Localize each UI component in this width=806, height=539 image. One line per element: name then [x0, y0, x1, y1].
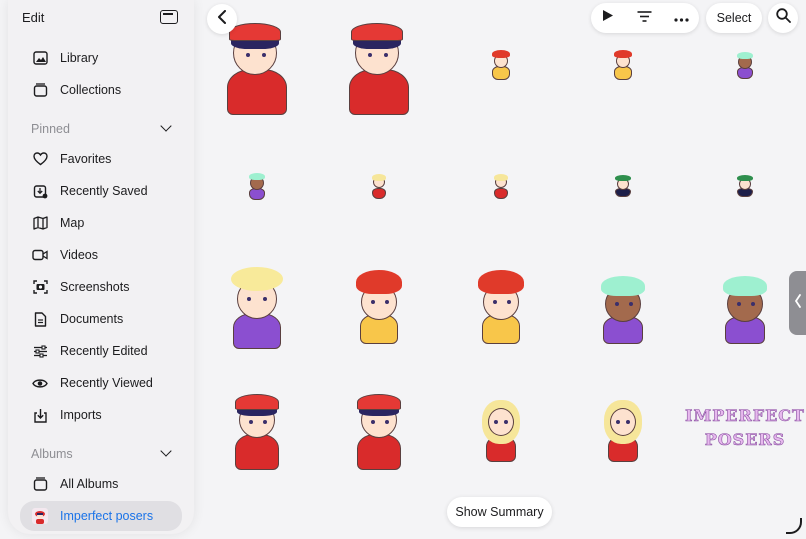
- sticker-spiky-red-waving: [466, 266, 536, 346]
- sidebar-item-videos[interactable]: Videos: [20, 240, 182, 270]
- filter-button[interactable]: [629, 3, 659, 33]
- sidebar-item-recently-viewed[interactable]: Recently Viewed: [20, 368, 182, 398]
- video-icon: [32, 247, 48, 263]
- sliders-icon: [32, 343, 48, 359]
- sidebar-item-library[interactable]: Library: [20, 43, 182, 73]
- sidebar-item-map[interactable]: Map: [20, 208, 182, 238]
- album-thumbnail-icon: [32, 508, 48, 524]
- chevron-down-icon[interactable]: [160, 445, 172, 457]
- photo-thumbnail[interactable]: [196, 242, 318, 370]
- sticker-mint-hair-small: [732, 47, 758, 81]
- sidebar-item-label: Videos: [60, 248, 98, 262]
- sticker-blonde-small: [490, 170, 512, 200]
- imperfect-posers-logo: IMPERFECT POSERS: [685, 406, 805, 450]
- photo-thumbnail[interactable]: [318, 121, 440, 249]
- sidebar-item-imperfect-posers[interactable]: Imperfect posers: [20, 501, 182, 531]
- sidebar-item-imports[interactable]: Imports: [20, 400, 182, 430]
- photo-thumbnail[interactable]: [318, 364, 440, 492]
- sidebar-item-label: Recently Saved: [60, 184, 148, 198]
- photo-thumbnail[interactable]: [318, 242, 440, 370]
- sidebar-item-label: Imperfect posers: [60, 509, 154, 523]
- photo-thumbnail[interactable]: [684, 121, 806, 249]
- map-icon: [32, 215, 48, 231]
- photo-grid: IMPERFECT POSERS: [196, 0, 806, 539]
- sidebar-item-documents[interactable]: Documents: [20, 304, 182, 334]
- photo-thumbnail[interactable]: [196, 121, 318, 249]
- photo-thumbnail[interactable]: [196, 364, 318, 492]
- collections-icon: [32, 82, 48, 98]
- sidebar-item-label: Recently Edited: [60, 344, 148, 358]
- sticker-mint-hair-small: [244, 168, 270, 202]
- sticker-red-cap-salute: [225, 384, 289, 472]
- sidebar-item-label: Documents: [60, 312, 124, 326]
- sidebar-item-label: All Albums: [60, 477, 119, 491]
- sidebar-item-recently-edited[interactable]: Recently Edited: [20, 336, 182, 366]
- sticker-leaf-hair-small: [733, 172, 757, 198]
- sidebar-item-recently-saved[interactable]: Recently Saved: [20, 176, 182, 206]
- select-button[interactable]: Select: [706, 3, 762, 33]
- recently-saved-icon: [32, 183, 48, 199]
- photo-thumbnail[interactable]: [440, 242, 562, 370]
- more-button[interactable]: [666, 3, 696, 33]
- ellipsis-icon: [673, 9, 689, 27]
- sticker-blonde-glasses: [478, 392, 524, 464]
- sidebar: Edit Library Collections Pinned Favorite…: [8, 0, 194, 534]
- edit-button[interactable]: Edit: [22, 10, 44, 25]
- heart-icon: [32, 151, 48, 167]
- sidebar-item-label: Library: [60, 51, 99, 65]
- chevron-left-icon: [794, 294, 802, 312]
- sticker-spiky-red-small: [608, 46, 638, 82]
- sticker-blonde-glasses: [600, 392, 646, 464]
- toolbar-actions: [591, 3, 699, 33]
- photo-thumbnail[interactable]: IMPERFECT POSERS: [684, 364, 806, 492]
- sidebar-item-all-albums[interactable]: All Albums: [20, 469, 182, 499]
- document-icon: [32, 311, 48, 327]
- sidebar-item-collections[interactable]: Collections: [20, 75, 182, 105]
- photo-thumbnail[interactable]: [562, 121, 684, 249]
- sidebar-item-label: Collections: [60, 83, 122, 97]
- sticker-red-cap-peace: [339, 9, 419, 119]
- photo-thumbnail[interactable]: [562, 364, 684, 492]
- photo-thumbnail[interactable]: [440, 121, 562, 249]
- sidebar-item-label: Map: [60, 216, 85, 230]
- sidebar-item-label: Imports: [60, 408, 102, 422]
- filter-lines-icon: [637, 9, 652, 27]
- screenshot-icon: [32, 279, 48, 295]
- chevron-left-icon: [217, 9, 227, 29]
- slideshow-button[interactable]: [593, 3, 623, 33]
- albums-icon: [32, 476, 48, 492]
- sticker-mint-hair-blushing: [593, 266, 653, 346]
- sidebar-toggle-icon[interactable]: [160, 10, 178, 24]
- side-panel-handle[interactable]: [789, 271, 806, 335]
- play-icon: [602, 9, 614, 27]
- photo-thumbnail[interactable]: [562, 242, 684, 370]
- sticker-curly-blonde-thumbs: [217, 261, 297, 351]
- photo-library-icon: [32, 50, 48, 66]
- sticker-leaf-hair-small: [611, 172, 635, 198]
- sticker-spiky-red-waving: [344, 266, 414, 346]
- sticker-red-cap-salute: [347, 384, 411, 472]
- pinned-section-header[interactable]: Pinned: [31, 122, 70, 136]
- back-button[interactable]: [207, 4, 237, 34]
- sidebar-item-label: Recently Viewed: [60, 376, 153, 390]
- search-button[interactable]: [768, 3, 798, 33]
- photo-thumbnail[interactable]: [684, 242, 806, 370]
- import-icon: [32, 407, 48, 423]
- photo-thumbnail[interactable]: [440, 364, 562, 492]
- show-summary-button[interactable]: Show Summary: [447, 497, 552, 527]
- sidebar-item-label: Favorites: [60, 152, 112, 166]
- search-icon: [775, 8, 791, 28]
- sticker-mint-hair-blushing: [715, 266, 775, 346]
- photo-thumbnail[interactable]: [318, 0, 440, 128]
- sticker-spiky-red-small: [486, 46, 516, 82]
- eye-icon: [32, 375, 48, 391]
- sticker-blonde-small: [368, 170, 390, 200]
- sidebar-item-label: Screenshots: [60, 280, 130, 294]
- sidebar-item-favorites[interactable]: Favorites: [20, 144, 182, 174]
- sidebar-item-screenshots[interactable]: Screenshots: [20, 272, 182, 302]
- albums-section-header[interactable]: Albums: [31, 447, 73, 461]
- photo-thumbnail[interactable]: [440, 0, 562, 128]
- chevron-down-icon[interactable]: [160, 120, 172, 132]
